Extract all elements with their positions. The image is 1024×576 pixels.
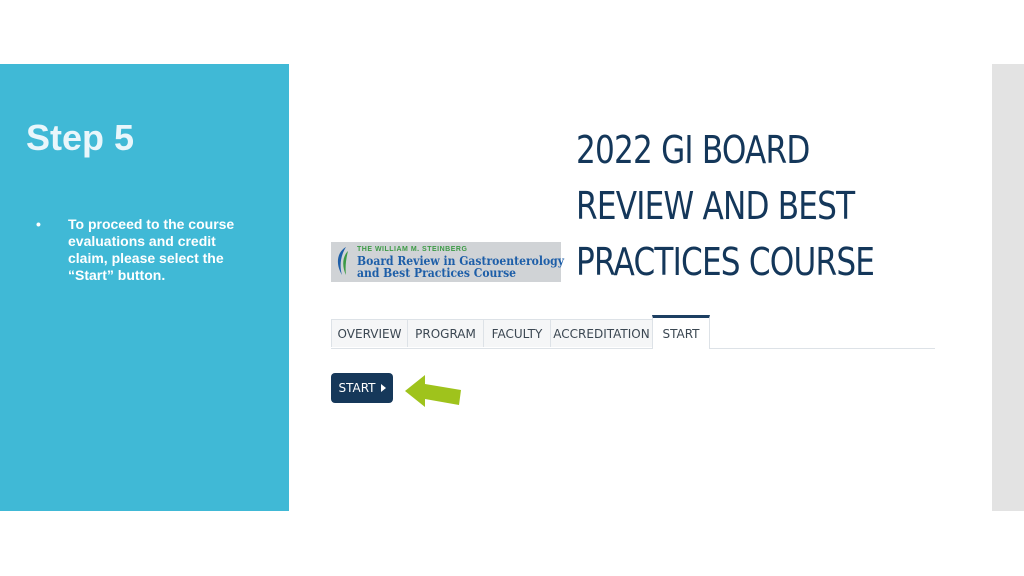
step-title: Step 5: [26, 117, 135, 158]
tab-faculty[interactable]: FACULTY: [483, 319, 551, 347]
course-tabs: OVERVIEW PROGRAM FACULTY ACCREDITATION S…: [331, 315, 935, 349]
logo-top-line: THE WILLIAM M. STEINBERG: [357, 246, 468, 253]
pointer-arrow-icon: [405, 375, 461, 407]
right-gray-strip: [992, 64, 1024, 511]
instruction-panel: Step 5 • To proceed to the course evalua…: [0, 64, 289, 511]
start-button[interactable]: START: [331, 373, 393, 403]
tab-accreditation[interactable]: ACCREDITATION: [550, 319, 653, 347]
course-logo: THE WILLIAM M. STEINBERG Board Review in…: [331, 242, 564, 282]
start-button-label: START: [338, 381, 376, 395]
caret-right-icon: [380, 384, 386, 392]
course-title: 2022 GI BOARD REVIEW AND BEST PRACTICES …: [576, 128, 875, 284]
tab-overview[interactable]: OVERVIEW: [331, 319, 408, 347]
instruction-text: To proceed to the course evaluations and…: [68, 216, 235, 283]
tab-start[interactable]: START: [652, 315, 710, 349]
bullet-dot: •: [36, 216, 41, 232]
logo-swoosh-icon: [337, 247, 348, 275]
tab-program[interactable]: PROGRAM: [407, 319, 484, 347]
logo-line-2: and Best Practices Course: [357, 266, 517, 280]
